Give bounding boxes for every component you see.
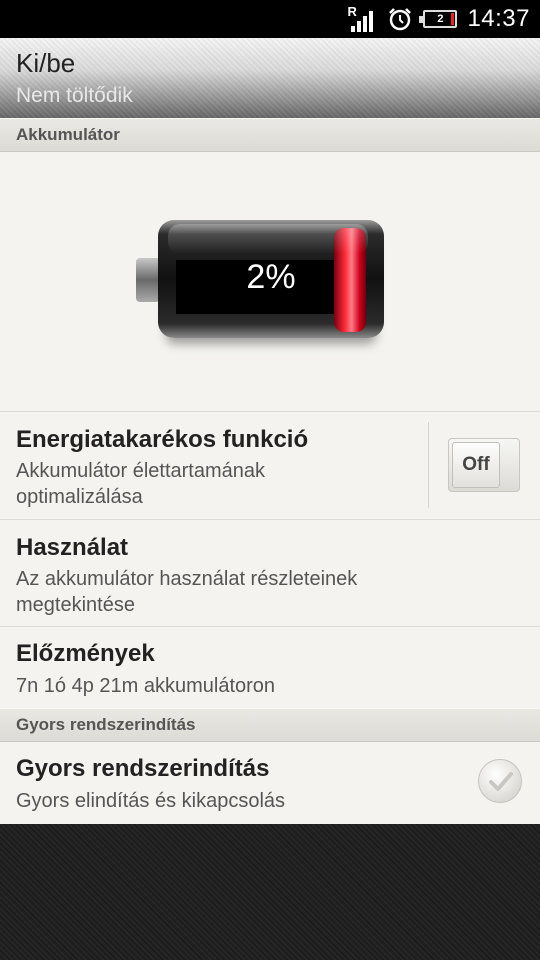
power-saver-desc-line2: optimalizálása [16,486,143,508]
checkmark-icon [489,772,513,791]
roaming-indicator: R [347,4,357,19]
fast-boot-checkbox[interactable] [478,759,522,803]
status-bar: R 2 14:37 [0,0,540,38]
page-subtitle: Nem töltődik [16,84,133,107]
section-header-fast-boot: Gyors rendszerindítás [0,708,540,742]
fast-boot-title: Gyors rendszerindítás [16,755,270,782]
battery-level-text: 2 [437,13,444,25]
usage-desc-line1: Az akkumulátor használat részleteinek [16,568,358,590]
history-item[interactable]: Előzmények 7n 1ó 4p 21m akkumulátoron [0,626,540,708]
usage-desc-line2: megtekintése [16,594,135,616]
power-saver-desc-line1: Akkumulátor élettartamának [16,460,266,482]
alarm-icon [389,8,412,31]
history-desc: 7n 1ó 4p 21m akkumulátoron [16,675,276,697]
section-header-battery: Akkumulátor [0,118,540,152]
page-header: Ki/be Nem töltődik [0,38,540,118]
battery-graphic: 2% [136,220,384,338]
battery-percentage: 2% [246,258,296,296]
fast-boot-item[interactable]: Gyors rendszerindítás Gyors elindítás és… [0,742,540,824]
usage-title: Használat [16,534,129,561]
history-title: Előzmények [16,640,155,667]
battery-terminal [136,258,160,302]
usage-item[interactable]: Használat Az akkumulátor használat részl… [0,519,540,626]
signal-icon: R [347,4,377,34]
fast-boot-desc: Gyors elindítás és kikapcsolás [16,790,286,812]
battery-graphic-area: 2% [0,152,540,411]
page-title: Ki/be [16,48,76,78]
battery-icon: 2 [419,10,458,28]
power-saver-toggle[interactable]: Off [448,438,520,492]
power-saver-title: Energiatakarékos funkció [16,426,309,453]
toggle-off-label: Off [452,442,500,488]
empty-background [0,824,540,960]
clock: 14:37 [467,5,530,32]
